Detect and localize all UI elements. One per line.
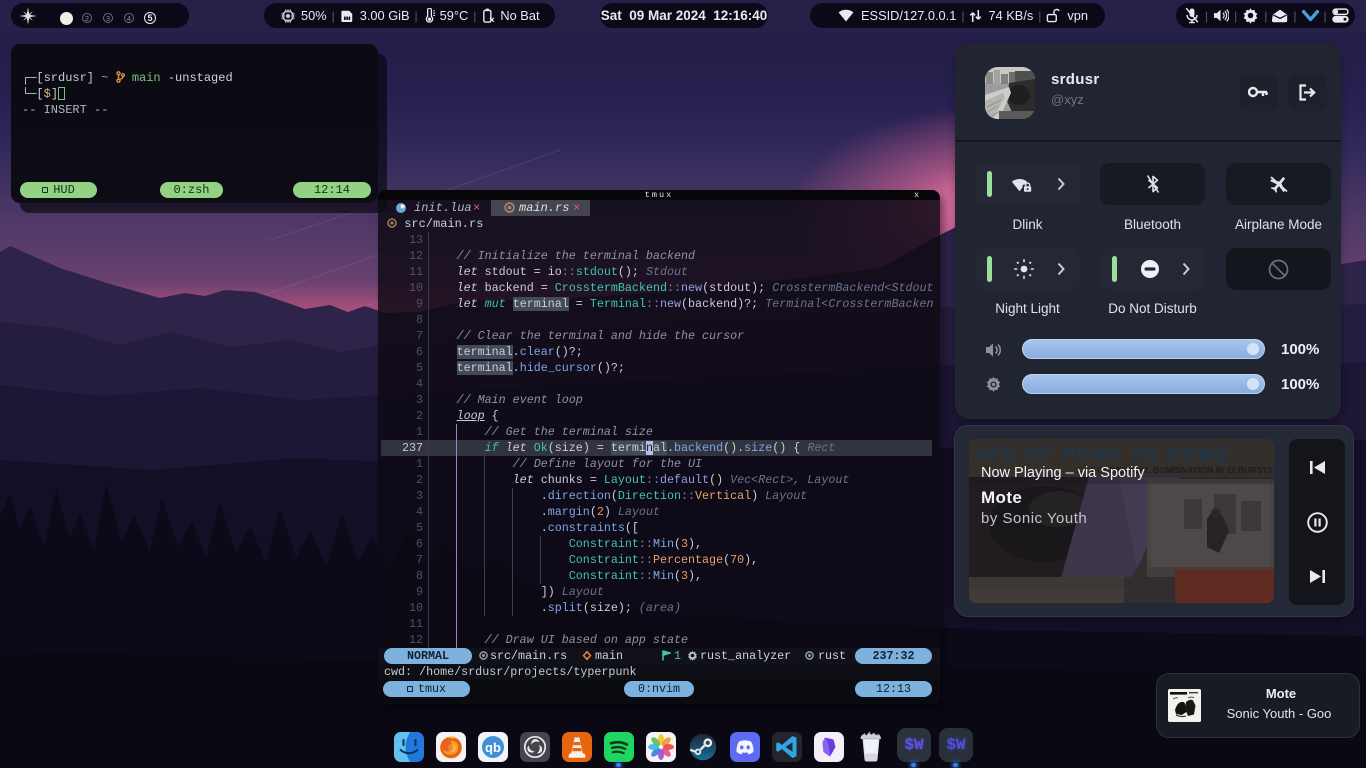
svg-text:qb: qb — [485, 740, 501, 755]
